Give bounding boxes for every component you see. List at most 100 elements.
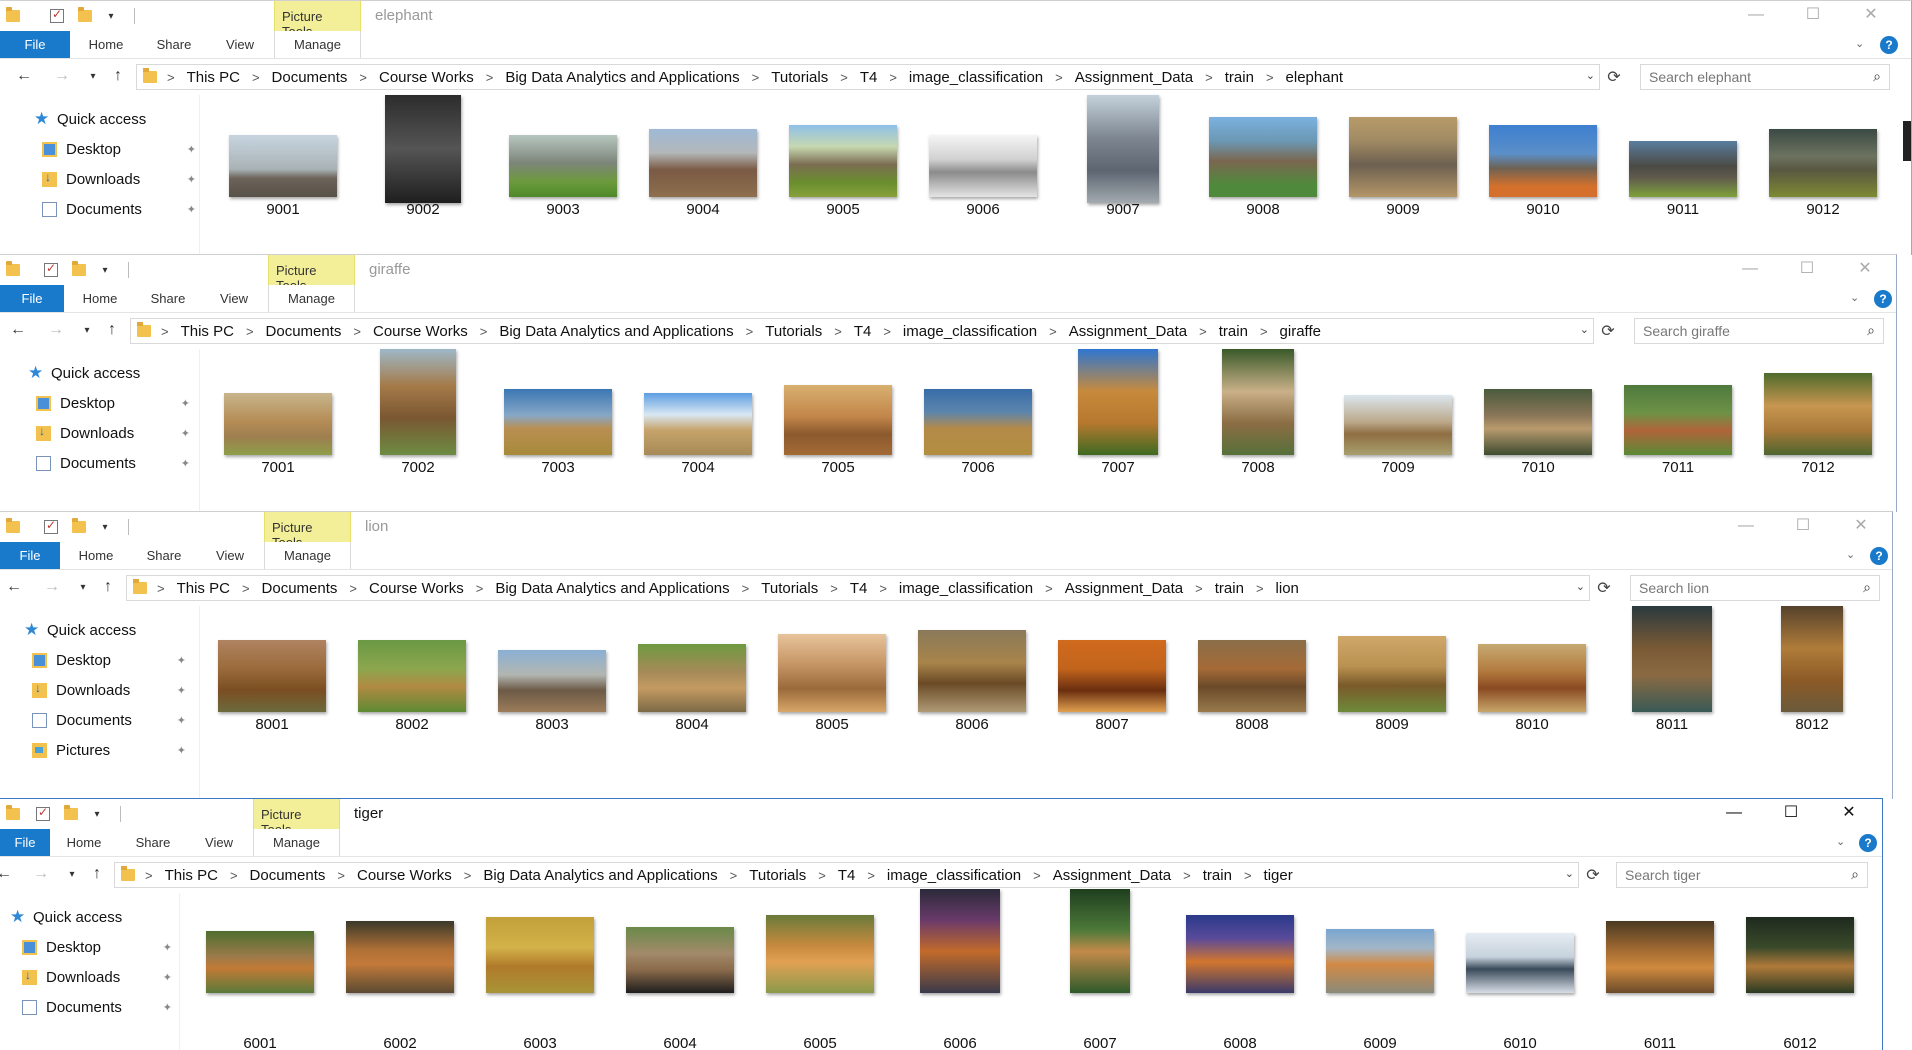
- breadcrumb-item[interactable]: train: [1219, 323, 1248, 340]
- up-button[interactable]: ↑: [102, 321, 122, 339]
- pin-icon[interactable]: ✦: [163, 941, 172, 954]
- file-thumbnail[interactable]: 9009: [1347, 95, 1459, 255]
- nav-item-downloads[interactable]: Downloads ✦: [32, 678, 232, 702]
- title-bar[interactable]: ▾ Picture Tools elephant — ☐ ✕: [0, 1, 1911, 39]
- file-thumbnail[interactable]: 7008: [1202, 349, 1314, 512]
- close-button[interactable]: ✕: [1842, 255, 1888, 285]
- tab-home[interactable]: Home: [84, 31, 128, 58]
- folder-icon[interactable]: [6, 518, 20, 533]
- up-button[interactable]: ↑: [87, 865, 107, 883]
- file-thumbnail[interactable]: 8012: [1756, 606, 1868, 799]
- file-thumbnail[interactable]: 6008: [1184, 893, 1296, 1050]
- pin-icon[interactable]: ✦: [181, 397, 190, 410]
- breadcrumb-item[interactable]: Big Data Analytics and Applications: [495, 580, 729, 597]
- file-thumbnail[interactable]: 8002: [356, 606, 468, 799]
- file-thumbnail[interactable]: 9008: [1207, 95, 1319, 255]
- close-button[interactable]: ✕: [1848, 1, 1894, 31]
- nav-item-quick-access[interactable]: ★ Quick access: [24, 618, 224, 642]
- recent-locations-button[interactable]: ▾: [62, 869, 82, 880]
- breadcrumb-item[interactable]: elephant: [1286, 69, 1344, 86]
- nav-item-quick-access[interactable]: ★ Quick access: [10, 905, 180, 929]
- new-folder-icon[interactable]: [72, 261, 86, 276]
- pin-icon[interactable]: ✦: [187, 203, 196, 216]
- file-thumbnail[interactable]: 8003: [496, 606, 608, 799]
- search-icon[interactable]: ⌕: [1863, 579, 1871, 596]
- forward-button[interactable]: →: [46, 321, 66, 339]
- customize-toolbar-icon[interactable]: ▾: [92, 809, 102, 820]
- pin-icon[interactable]: ✦: [177, 654, 186, 667]
- breadcrumb-item[interactable]: image_classification: [899, 580, 1033, 597]
- file-thumbnail[interactable]: 9002: [367, 95, 479, 255]
- help-icon[interactable]: ?: [1880, 36, 1898, 54]
- search-input[interactable]: Search giraffe ⌕: [1634, 318, 1884, 344]
- file-thumbnail[interactable]: 6011: [1604, 893, 1716, 1050]
- breadcrumb-item[interactable]: Assignment_Data: [1069, 323, 1187, 340]
- file-thumbnail[interactable]: 8004: [636, 606, 748, 799]
- breadcrumb-item[interactable]: T4: [860, 69, 878, 86]
- tab-share[interactable]: Share: [142, 542, 186, 569]
- folder-icon[interactable]: [6, 261, 20, 276]
- tab-home[interactable]: Home: [62, 829, 106, 856]
- file-thumbnail[interactable]: 8005: [776, 606, 888, 799]
- file-thumbnail[interactable]: 7012: [1762, 349, 1874, 512]
- file-thumbnail[interactable]: 7006: [922, 349, 1034, 512]
- forward-button[interactable]: →: [42, 578, 62, 596]
- tab-share[interactable]: Share: [131, 829, 175, 856]
- breadcrumb-item[interactable]: This PC: [187, 69, 240, 86]
- recent-locations-button[interactable]: ▾: [73, 582, 93, 593]
- breadcrumb-item[interactable]: This PC: [165, 867, 218, 884]
- tab-view[interactable]: View: [197, 829, 241, 856]
- file-thumbnail[interactable]: 8006: [916, 606, 1028, 799]
- tab-manage[interactable]: Manage: [264, 542, 351, 569]
- nav-item-pictures[interactable]: Pictures ✦: [32, 738, 232, 762]
- file-thumbnail[interactable]: 7004: [642, 349, 754, 512]
- file-thumbnail[interactable]: 7002: [362, 349, 474, 512]
- forward-button[interactable]: →: [52, 67, 72, 85]
- properties-icon[interactable]: [44, 518, 58, 534]
- file-thumbnail[interactable]: 6003: [484, 893, 596, 1050]
- breadcrumb-item[interactable]: Tutorials: [749, 867, 806, 884]
- breadcrumb-item[interactable]: train: [1203, 867, 1232, 884]
- scrollbar-thumb[interactable]: [1903, 121, 1911, 161]
- breadcrumb-item[interactable]: image_classification: [903, 323, 1037, 340]
- breadcrumb-item[interactable]: Assignment_Data: [1075, 69, 1193, 86]
- recent-locations-button[interactable]: ▾: [77, 325, 97, 336]
- file-thumbnail[interactable]: 6005: [764, 893, 876, 1050]
- forward-button[interactable]: →: [31, 865, 51, 883]
- folder-icon[interactable]: [6, 7, 20, 22]
- maximize-button[interactable]: ☐: [1784, 255, 1830, 285]
- pin-icon[interactable]: ✦: [187, 173, 196, 186]
- title-bar[interactable]: ▾ Picture Tools tiger — ☐ ✕: [0, 799, 1882, 837]
- pin-icon[interactable]: ✦: [163, 971, 172, 984]
- nav-item-downloads[interactable]: Downloads ✦: [42, 167, 242, 191]
- pin-icon[interactable]: ✦: [163, 1001, 172, 1014]
- help-icon[interactable]: ?: [1859, 834, 1877, 852]
- file-thumbnail[interactable]: 6004: [624, 893, 736, 1050]
- properties-icon[interactable]: [36, 805, 50, 821]
- breadcrumb-item[interactable]: lion: [1276, 580, 1299, 597]
- close-button[interactable]: ✕: [1826, 799, 1872, 829]
- breadcrumb-item[interactable]: Tutorials: [771, 69, 828, 86]
- minimize-button[interactable]: —: [1733, 1, 1779, 31]
- refresh-button[interactable]: ⟳: [1594, 578, 1614, 598]
- file-thumbnail[interactable]: 7005: [782, 349, 894, 512]
- customize-toolbar-icon[interactable]: ▾: [100, 265, 110, 276]
- file-thumbnail[interactable]: 9006: [927, 95, 1039, 255]
- breadcrumb-item[interactable]: T4: [838, 867, 856, 884]
- file-thumbnail[interactable]: 9010: [1487, 95, 1599, 255]
- customize-toolbar-icon[interactable]: ▾: [100, 522, 110, 533]
- tab-view[interactable]: View: [212, 285, 256, 312]
- nav-item-documents[interactable]: Documents ✦: [42, 197, 242, 221]
- tab-view[interactable]: View: [208, 542, 252, 569]
- file-thumbnail[interactable]: 6002: [344, 893, 456, 1050]
- address-bar[interactable]: > This PC > Documents > Course Works > Big …: [114, 862, 1579, 888]
- breadcrumb-item[interactable]: Documents: [272, 69, 348, 86]
- tab-file[interactable]: File: [0, 285, 64, 312]
- refresh-button[interactable]: ⟳: [1604, 67, 1624, 87]
- tab-manage[interactable]: Manage: [274, 31, 361, 58]
- chevron-down-icon[interactable]: ⌄: [1586, 69, 1595, 82]
- maximize-button[interactable]: ☐: [1790, 1, 1836, 31]
- file-thumbnail[interactable]: 9004: [647, 95, 759, 255]
- minimize-button[interactable]: —: [1727, 255, 1773, 285]
- nav-item-desktop[interactable]: Desktop ✦: [22, 935, 172, 959]
